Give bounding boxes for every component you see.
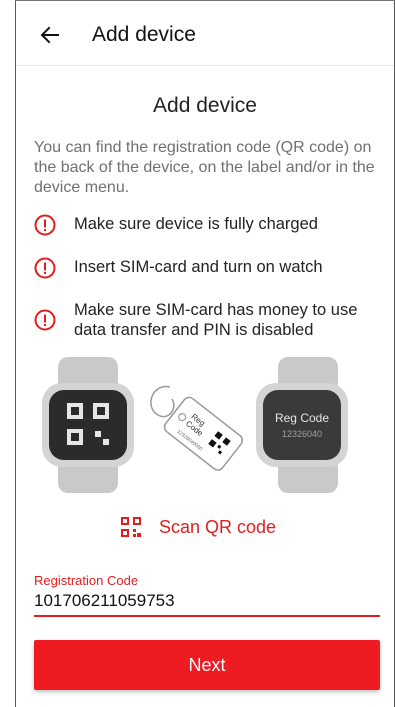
requirement-item: Make sure SIM-card has money to use data… bbox=[34, 300, 379, 340]
section-heading: Add device bbox=[153, 94, 257, 117]
watch-reg-label: Reg Code bbox=[275, 411, 329, 425]
arrow-left-icon bbox=[40, 26, 59, 44]
device-illustration: Reg Code 12326040050 Reg Code 12326040 bbox=[42, 357, 348, 493]
watch-reg-number: 12326040 bbox=[282, 429, 322, 439]
alert-circle-icon bbox=[34, 309, 56, 331]
requirement-text: Make sure SIM-card has money to use data… bbox=[74, 301, 358, 339]
watch-qr-illustration bbox=[42, 357, 134, 493]
registration-code-label: Registration Code bbox=[34, 573, 139, 588]
registration-code-input[interactable] bbox=[34, 587, 380, 617]
requirement-text: Insert SIM-card and turn on watch bbox=[74, 258, 323, 276]
app-bar: Add device bbox=[16, 1, 394, 66]
next-button[interactable]: Next bbox=[34, 640, 380, 690]
requirement-item: Insert SIM-card and turn on watch bbox=[34, 257, 379, 279]
instructions-text: You can find the registration code (QR c… bbox=[34, 139, 375, 196]
scan-qr-label: Scan QR code bbox=[159, 516, 277, 537]
back-button[interactable] bbox=[36, 21, 64, 49]
scan-qr-button[interactable]: Scan QR code bbox=[120, 516, 276, 538]
registration-tag-illustration: Reg Code 12326040050 bbox=[150, 385, 244, 471]
alert-circle-icon bbox=[34, 257, 56, 279]
requirement-text: Make sure device is fully charged bbox=[74, 215, 318, 233]
page-title: Add device bbox=[92, 23, 196, 46]
watch-regcode-illustration: Reg Code 12326040 bbox=[256, 357, 348, 493]
qr-code-icon bbox=[121, 517, 141, 537]
alert-circle-icon bbox=[34, 214, 56, 236]
requirement-item: Make sure device is fully charged bbox=[34, 214, 379, 236]
